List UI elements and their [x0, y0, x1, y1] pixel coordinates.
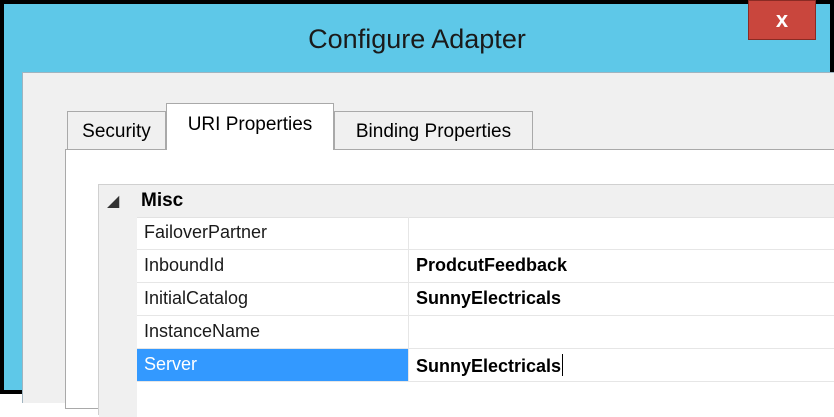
property-value[interactable]: [409, 316, 834, 348]
property-row-instancename[interactable]: InstanceName: [137, 316, 834, 349]
property-row-inboundid[interactable]: InboundId ProdcutFeedback: [137, 250, 834, 283]
collapse-triangle-icon[interactable]: ◢: [107, 191, 119, 211]
close-button[interactable]: x: [748, 0, 816, 40]
server-value-text[interactable]: SunnyElectricals: [416, 356, 561, 376]
tab-binding-properties-label: Binding Properties: [355, 121, 512, 142]
property-name: InitialCatalog: [137, 283, 409, 315]
dialog-client-area: Security URI Properties Binding Properti…: [22, 72, 834, 417]
property-name: InstanceName: [137, 316, 409, 348]
property-row-server[interactable]: Server SunnyElectricals: [137, 349, 834, 382]
window-title: Configure Adapter: [308, 24, 526, 54]
property-row-initialcatalog[interactable]: InitialCatalog SunnyElectricals: [137, 283, 834, 316]
grid-gutter: [99, 217, 137, 417]
property-value[interactable]: [409, 217, 834, 249]
property-value[interactable]: ProdcutFeedback: [409, 250, 834, 282]
text-caret: [562, 354, 564, 376]
property-row-failoverpartner[interactable]: FailoverPartner: [137, 217, 834, 250]
tab-security-label: Security: [82, 121, 151, 142]
configure-adapter-window: Configure Adapter x Security URI Propert…: [0, 0, 834, 417]
tab-security[interactable]: Security: [67, 111, 166, 149]
title-bar[interactable]: Configure Adapter x: [4, 0, 830, 72]
property-name-selected: Server: [137, 349, 409, 381]
close-icon: x: [775, 7, 789, 32]
property-grid: ◢ Misc FailoverPartner InboundId Prodcut…: [98, 184, 834, 417]
uri-properties-panel: ◢ Misc FailoverPartner InboundId Prodcut…: [65, 149, 834, 417]
property-value[interactable]: SunnyElectricals: [409, 283, 834, 315]
tab-binding-properties[interactable]: Binding Properties: [334, 111, 533, 149]
category-label: Misc: [141, 190, 184, 211]
category-row-misc[interactable]: ◢ Misc: [99, 185, 834, 218]
property-name: FailoverPartner: [137, 217, 409, 249]
tab-uri-properties[interactable]: URI Properties: [166, 103, 334, 150]
property-name: InboundId: [137, 250, 409, 282]
tab-uri-properties-label: URI Properties: [187, 114, 313, 135]
property-value-editor[interactable]: SunnyElectricals: [409, 349, 834, 381]
